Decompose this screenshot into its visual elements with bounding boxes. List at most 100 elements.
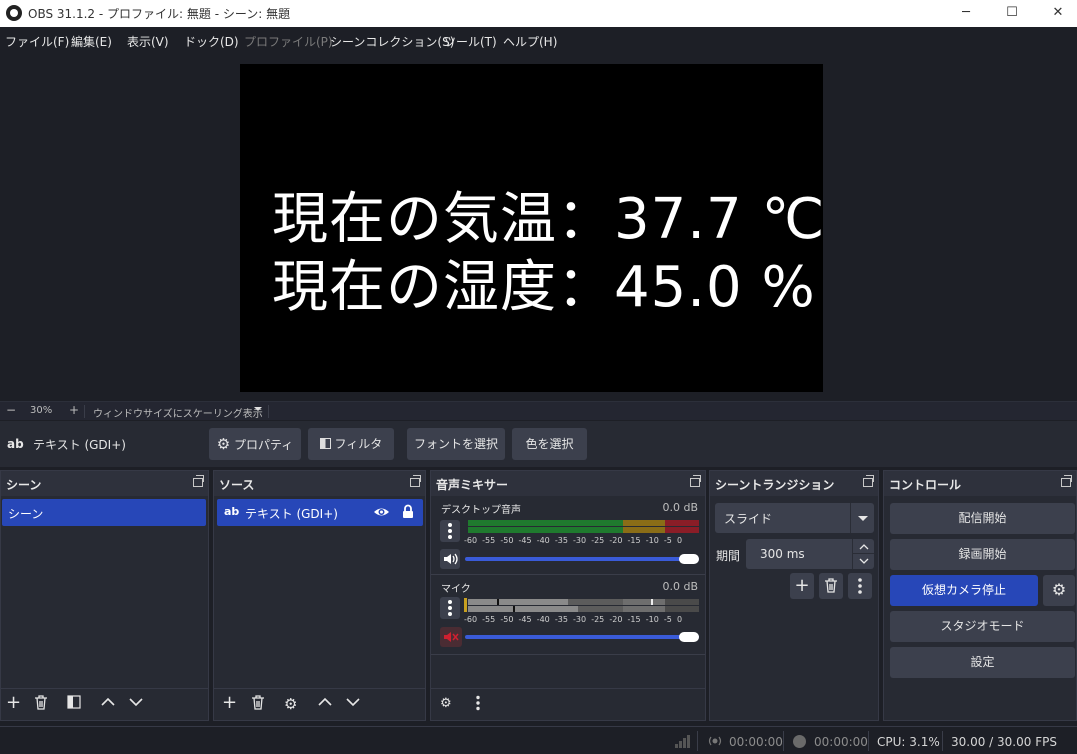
audio-mixer-header: 音声ミキサー (431, 471, 705, 496)
scene-list-item[interactable]: シーン (2, 499, 206, 526)
source-list-item[interactable]: ab テキスト (GDI+) (217, 499, 423, 526)
status-bar: 00:00:00 00:00:00 CPU: 3.1% 30.00 / 30.0… (0, 726, 1077, 754)
eye-icon[interactable] (373, 505, 390, 522)
channel-name: マイク (441, 584, 471, 595)
volume-slider-handle[interactable] (679, 554, 699, 564)
duration-value: 300 ms (760, 547, 805, 561)
menu-scene-collection[interactable]: シーンコレクション(S) (330, 33, 454, 50)
scale-tick: -45 (518, 536, 532, 545)
menu-docks[interactable]: ドック(D) (184, 33, 239, 50)
scale-tick: -40 (536, 536, 550, 545)
volume-meter-muted (623, 606, 665, 612)
muted-speaker-icon[interactable] (440, 627, 462, 647)
chevron-up-icon[interactable] (100, 695, 116, 713)
duration-spinbox[interactable]: 300 ms (746, 539, 874, 569)
volume-meter-muted (623, 599, 665, 605)
chevron-down-icon[interactable] (128, 695, 144, 713)
scale-tick: -25 (591, 615, 605, 624)
virtual-camera-settings-gear-icon[interactable]: ⚙ (1043, 575, 1075, 606)
zoom-divider (268, 405, 269, 418)
zoom-in-button[interactable]: + (69, 403, 79, 417)
scenes-dock: シーン シーン + (0, 470, 209, 721)
more-menu-icon[interactable] (848, 573, 872, 599)
menu-profile[interactable]: プロファイル(P) (244, 33, 333, 50)
chevron-down-icon[interactable] (253, 404, 263, 417)
volume-slider[interactable] (465, 557, 699, 561)
scene-filter-icon[interactable] (67, 695, 81, 713)
start-recording-button[interactable]: 録画開始 (890, 539, 1075, 570)
channel-menu-button[interactable] (440, 520, 460, 542)
trash-icon[interactable] (251, 695, 265, 714)
undock-icon[interactable] (1061, 475, 1072, 487)
scale-tick: -20 (609, 536, 623, 545)
transition-select[interactable]: スライド (715, 503, 874, 533)
chevron-up-icon[interactable] (317, 695, 333, 713)
add-transition-icon[interactable]: + (790, 573, 814, 599)
add-scene-icon[interactable]: + (6, 694, 21, 712)
gear-icon: ⚙ (216, 435, 231, 453)
menu-help[interactable]: ヘルプ(H) (503, 33, 557, 50)
network-signal-icon (675, 734, 691, 751)
text-source-icon: ab (224, 505, 240, 518)
chevron-up-icon[interactable] (852, 539, 874, 554)
zoom-divider (84, 405, 85, 418)
trash-icon[interactable] (819, 573, 843, 599)
channel-menu-button[interactable] (440, 597, 460, 619)
scale-tick: -40 (536, 615, 550, 624)
scenes-dock-footer: + (1, 688, 208, 720)
chevron-down-icon[interactable] (345, 695, 361, 713)
undock-icon[interactable] (193, 475, 204, 487)
zoom-out-button[interactable]: − (6, 403, 16, 417)
trash-icon[interactable] (34, 695, 48, 714)
gear-icon[interactable]: ⚙ (284, 695, 297, 713)
meter-tick (497, 599, 499, 605)
scale-tick: -30 (573, 536, 587, 545)
select-color-button[interactable]: 色を選択 (512, 428, 587, 460)
properties-button[interactable]: ⚙ プロパティ (209, 428, 301, 460)
select-font-button[interactable]: フォントを選択 (407, 428, 505, 460)
minimize-button[interactable]: ─ (943, 0, 989, 27)
menu-view[interactable]: 表示(V) (127, 33, 169, 50)
studio-mode-button[interactable]: スタジオモード (890, 611, 1075, 642)
menu-edit[interactable]: 編集(E) (71, 33, 112, 50)
controls-title: コントロール (889, 478, 962, 492)
more-menu-icon[interactable] (475, 695, 481, 715)
start-streaming-button[interactable]: 配信開始 (890, 503, 1075, 534)
status-divider (942, 731, 943, 751)
chevron-down-icon[interactable] (852, 554, 874, 569)
preview-canvas[interactable]: 現在の気温：37.7 ℃ 現在の湿度：45.0 % (240, 64, 824, 392)
menu-bar: ファイル(F) 編集(E) 表示(V) ドック(D) プロファイル(P) シーン… (0, 27, 1077, 53)
volume-meter-green (468, 527, 623, 533)
transitions-header: シーントランジション (710, 471, 878, 496)
scaling-mode-label[interactable]: ウィンドウサイズにスケーリング表示 (93, 405, 263, 420)
title-bar: OBS 31.1.2 - プロファイル: 無題 - シーン: 無題 ─ ☐ ✕ (0, 0, 1077, 27)
volume-slider-handle[interactable] (679, 632, 699, 642)
volume-meter-muted (665, 599, 699, 605)
scale-tick: -60 (464, 615, 478, 624)
undock-icon[interactable] (863, 475, 874, 487)
close-button[interactable]: ✕ (1035, 0, 1077, 27)
filters-button[interactable]: フィルタ (308, 428, 394, 460)
scale-tick: -50 (500, 615, 514, 624)
scene-item-label: シーン (8, 507, 44, 521)
speaker-icon[interactable] (440, 549, 460, 569)
channel-name: デスクトップ音声 (441, 505, 521, 516)
scale-tick: -60 (464, 536, 478, 545)
advanced-audio-gear-icon[interactable]: ⚙ (440, 695, 452, 713)
undock-icon[interactable] (410, 475, 421, 487)
menu-tools[interactable]: ツール(T) (444, 33, 497, 50)
volume-slider[interactable] (465, 635, 699, 639)
status-divider (697, 731, 698, 751)
undock-icon[interactable] (690, 475, 701, 487)
virtual-camera-button[interactable]: 仮想カメラ停止 (890, 575, 1038, 606)
maximize-button[interactable]: ☐ (989, 0, 1035, 27)
scale-tick: -5 (663, 536, 672, 545)
menu-file[interactable]: ファイル(F) (5, 33, 69, 50)
meter-peak (464, 598, 467, 612)
chevron-down-icon[interactable] (850, 503, 874, 533)
selected-source-name: テキスト (GDI+) (33, 438, 126, 452)
settings-button[interactable]: 設定 (890, 647, 1075, 678)
add-source-icon[interactable]: + (222, 694, 237, 712)
lock-icon[interactable] (402, 504, 414, 522)
sources-dock: ソース ab テキスト (GDI+) + ⚙ (213, 470, 426, 721)
